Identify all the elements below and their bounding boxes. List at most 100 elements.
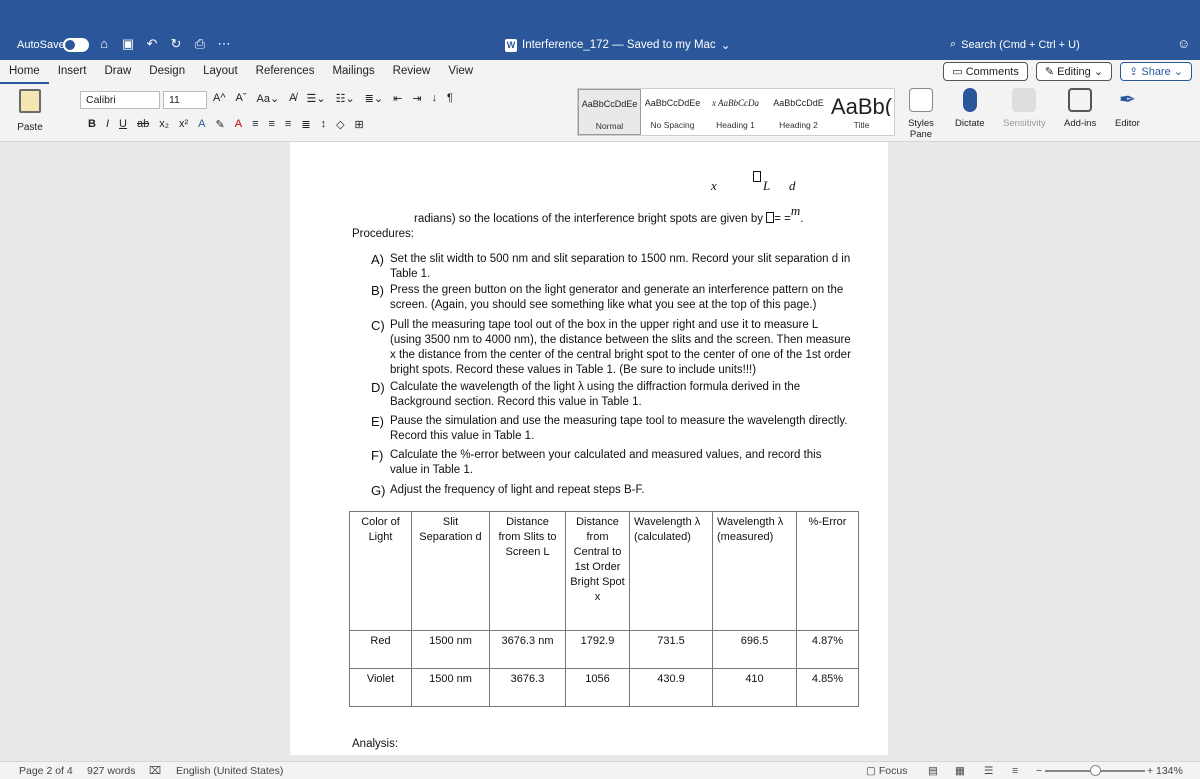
list-letter: D) — [371, 380, 385, 395]
change-case-icon[interactable]: Aa⌄ — [257, 92, 280, 105]
results-table[interactable]: Color of Light Slit Separation d Distanc… — [349, 511, 859, 707]
table-header-cell: Color of Light — [349, 511, 412, 631]
style-normal[interactable]: AaBbCcDdEe Normal — [578, 89, 641, 135]
align-center-icon[interactable]: ≡ — [269, 118, 275, 131]
tab-mailings[interactable]: Mailings — [323, 60, 383, 84]
document-page[interactable]: x L d radians) so the locations of the i… — [290, 142, 888, 755]
title-bar: AutoSave ⌂ ▣ ↶ ↻ ⎙ ⋯ W Interference_172 … — [0, 0, 1200, 60]
intro-text: radians) so the locations of the interfe… — [414, 213, 764, 225]
print-layout-icon[interactable]: ▦ — [955, 765, 965, 777]
dictate-label: Dictate — [955, 118, 985, 129]
zoom-level[interactable]: 134% — [1156, 765, 1183, 777]
bullets-icon[interactable]: ☰⌄ — [307, 92, 326, 105]
strikethrough-icon[interactable]: ab — [137, 118, 149, 131]
style-no-spacing[interactable]: AaBbCcDdEe No Spacing — [641, 89, 704, 135]
table-cell: Red — [349, 630, 412, 669]
language-status[interactable]: English (United States) — [176, 765, 283, 777]
tab-design[interactable]: Design — [140, 60, 194, 84]
style-title[interactable]: AaBb( Title — [830, 89, 893, 135]
table-cell: 3676.3 — [489, 668, 566, 707]
line-spacing-icon[interactable]: ↕ — [321, 118, 327, 131]
increase-indent-icon[interactable]: ⇥ — [412, 92, 421, 105]
page-count[interactable]: Page 2 of 4 — [19, 765, 73, 777]
underline-icon[interactable]: U — [119, 118, 127, 131]
focus-button[interactable]: ▢ Focus — [866, 765, 907, 777]
italic-icon[interactable]: I — [106, 118, 109, 131]
multilevel-icon[interactable]: ≣⌄ — [365, 92, 383, 105]
decrease-indent-icon[interactable]: ⇤ — [393, 92, 402, 105]
text-effects-icon[interactable]: A — [198, 118, 205, 131]
sensitivity-button[interactable]: Sensitivity — [1003, 88, 1046, 129]
font-color-icon[interactable]: A — [235, 118, 242, 131]
style-heading-1[interactable]: x AaBbCcDa Heading 1 — [704, 89, 767, 135]
align-right-icon[interactable]: ≡ — [285, 118, 291, 131]
proofing-icon[interactable]: ⌧ — [149, 765, 161, 777]
tab-insert[interactable]: Insert — [49, 60, 96, 84]
tab-draw[interactable]: Draw — [95, 60, 140, 84]
styles-pane-icon — [909, 88, 933, 112]
paste-button[interactable]: Paste — [10, 89, 50, 133]
table-cell: 4.87% — [796, 630, 859, 669]
comments-button[interactable]: ▭ Comments — [943, 62, 1028, 81]
tab-layout[interactable]: Layout — [194, 60, 247, 84]
sensitivity-label: Sensitivity — [1003, 118, 1046, 129]
document-title[interactable]: W Interference_172 — Saved to my Mac ⌄ — [505, 38, 730, 52]
share-button[interactable]: ⇪ Share ⌄ — [1120, 62, 1192, 81]
sort-icon[interactable]: ↓ — [432, 92, 438, 105]
shading-icon[interactable]: ◇ — [336, 118, 344, 131]
equation-placeholder-box — [766, 212, 775, 223]
redo-icon[interactable]: ↻ — [169, 36, 183, 52]
table-header-cell: %-Error — [796, 511, 859, 631]
more-icon[interactable]: ⋯ — [217, 36, 231, 52]
word-count[interactable]: 927 words — [87, 765, 135, 777]
styles-pane-button[interactable]: Styles Pane — [899, 88, 943, 140]
tab-review[interactable]: Review — [384, 60, 440, 84]
editing-button[interactable]: ✎ Editing ⌄ — [1035, 62, 1113, 81]
addins-button[interactable]: Add-ins — [1064, 88, 1096, 129]
table-cell: 696.5 — [712, 630, 797, 669]
editor-pen-icon: ✒ — [1119, 89, 1136, 111]
formula-m: m — [790, 203, 801, 218]
zoom-slider-thumb[interactable] — [1090, 765, 1101, 776]
save-icon[interactable]: ▣ — [121, 36, 135, 52]
autosave-toggle[interactable] — [63, 38, 89, 52]
clear-format-icon[interactable]: A̸ — [289, 92, 296, 105]
tab-home[interactable]: Home — [0, 60, 49, 84]
list-letter: C) — [371, 318, 385, 333]
tab-references[interactable]: References — [247, 60, 324, 84]
tab-view[interactable]: View — [439, 60, 482, 84]
font-name-select[interactable]: Calibri — [80, 91, 160, 109]
editor-button[interactable]: ✒ Editor — [1115, 88, 1140, 129]
numbering-icon[interactable]: ☷⌄ — [336, 92, 355, 105]
bold-icon[interactable]: B — [88, 118, 96, 131]
zoom-in-icon[interactable]: + — [1147, 765, 1153, 777]
read-mode-icon[interactable]: ▤ — [928, 765, 938, 777]
table-header-row: Color of Light Slit Separation d Distanc… — [349, 511, 859, 631]
style-heading-2[interactable]: AaBbCcDdE Heading 2 — [767, 89, 830, 135]
document-title-text: Interference_172 — Saved to my Mac — [522, 39, 716, 51]
print-icon[interactable]: ⎙ — [193, 36, 207, 52]
highlight-icon[interactable]: ✎ — [216, 118, 225, 131]
web-layout-icon[interactable]: ☰ — [984, 765, 993, 777]
styles-pane-label: Styles Pane — [908, 118, 934, 140]
borders-icon[interactable]: ⊞ — [355, 118, 364, 131]
superscript-icon[interactable]: x² — [179, 118, 188, 131]
home-icon[interactable]: ⌂ — [97, 36, 111, 52]
outline-icon[interactable]: ≡ — [1012, 765, 1018, 777]
style-name: No Spacing — [650, 120, 695, 130]
grow-font-icon[interactable]: A^ — [213, 92, 226, 105]
justify-icon[interactable]: ≣ — [301, 118, 310, 131]
font-size-select[interactable]: 11 — [163, 91, 207, 109]
sensitivity-icon — [1012, 88, 1037, 112]
pilcrow-icon[interactable]: ¶ — [447, 92, 453, 105]
dictate-button[interactable]: Dictate — [955, 88, 985, 129]
shrink-font-icon[interactable]: Aˇ — [236, 92, 247, 105]
search-box[interactable]: ⌕ Search (Cmd + Ctrl + U) — [950, 38, 1080, 51]
undo-icon[interactable]: ↶ — [145, 36, 159, 52]
account-icon[interactable]: ☺ — [1177, 36, 1190, 51]
align-left-icon[interactable]: ≡ — [252, 118, 258, 131]
subscript-icon[interactable]: x₂ — [159, 118, 169, 131]
procedures-heading: Procedures: — [352, 228, 415, 240]
zoom-out-icon[interactable]: − — [1036, 765, 1042, 777]
list-item: G) Adjust the frequency of light and rep… — [371, 483, 851, 498]
